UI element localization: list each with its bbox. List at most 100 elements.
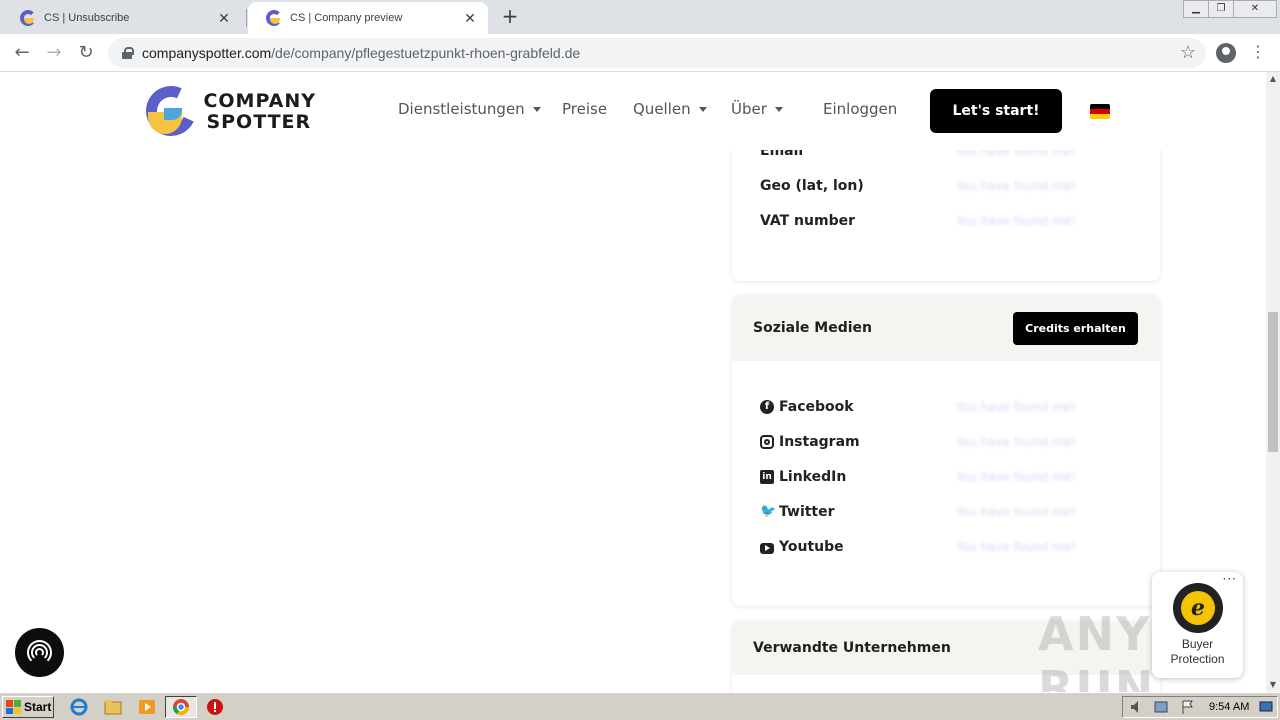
scrollbar-thumb[interactable] <box>1268 312 1278 452</box>
row-label-wrap: Youtube <box>760 539 956 555</box>
row-label-wrap: f Facebook <box>760 399 956 415</box>
row-label: LinkedIn <box>779 469 847 485</box>
start-button[interactable]: Start <box>2 696 54 718</box>
file-explorer-icon[interactable] <box>104 698 122 716</box>
nav-sources[interactable]: Quellen <box>633 100 707 118</box>
social-row-linkedin: in LinkedIn You have found me! <box>760 467 1140 487</box>
label-line-1: Buyer <box>1181 637 1214 651</box>
minimize-window-button[interactable]: ▁ <box>1183 0 1209 18</box>
bookmark-star-icon[interactable]: ☆ <box>1180 42 1196 63</box>
url-host: companyspotter.com <box>142 45 272 61</box>
tab-unsubscribe[interactable]: CS | Unsubscribe ✕ <box>2 2 242 34</box>
blurred-value: You have found me! <box>956 540 1076 554</box>
logo-line-1: COMPANY <box>203 90 316 112</box>
tab-separator <box>246 9 247 27</box>
chevron-down-icon <box>532 106 541 112</box>
url-path: /de/company/pflegestuetzpunkt-rhoen-grab… <box>271 45 581 61</box>
row-label-wrap: 🐦 Twitter <box>760 504 956 520</box>
close-window-button[interactable]: ✕ <box>1233 0 1277 18</box>
page-scrollbar[interactable]: ▲ ▼ <box>1266 72 1280 692</box>
social-row-facebook: f Facebook You have found me! <box>760 397 1140 417</box>
companyspotter-favicon-icon <box>266 10 282 26</box>
blurred-value: You have found me! <box>956 435 1076 449</box>
trusted-shops-badge[interactable]: ··· e Buyer Protection <box>1152 572 1243 678</box>
buyer-protection-label: Buyer Protection <box>1152 637 1243 667</box>
blurred-value: You have found me! <box>956 400 1076 414</box>
windows-logo-icon <box>6 700 21 714</box>
blurred-value: You have found me! <box>956 505 1076 519</box>
forward-arrow-icon[interactable]: → <box>42 41 66 65</box>
show-desktop-icon[interactable] <box>1259 700 1273 714</box>
scroll-up-arrow-icon[interactable]: ▲ <box>1266 72 1280 86</box>
reload-icon[interactable]: ↻ <box>74 41 98 65</box>
nav-label: Preise <box>562 100 608 118</box>
row-label: Instagram <box>779 434 860 450</box>
facebook-icon: f <box>760 400 774 414</box>
row-label: Twitter <box>779 504 835 520</box>
nav-label: Dienstleistungen <box>398 100 525 118</box>
site-header: COMPANY SPOTTER Dienstleistungen Preise … <box>0 72 1266 150</box>
media-player-icon[interactable] <box>138 698 156 716</box>
blurred-value: You have found me! <box>956 214 1076 228</box>
social-row-twitter: 🐦 Twitter You have found me! <box>760 502 1140 522</box>
nav-prices[interactable]: Preise <box>562 100 607 118</box>
logo-mark-icon <box>138 78 204 144</box>
back-arrow-icon[interactable]: ← <box>10 41 34 65</box>
account-icon[interactable] <box>1216 43 1236 63</box>
nav-about[interactable]: Über <box>731 100 783 118</box>
company-spotter-logo[interactable]: COMPANY SPOTTER <box>138 78 316 144</box>
windows-taskbar: Start 9:54 AM <box>0 692 1280 720</box>
tab-company-preview[interactable]: CS | Company preview ✕ <box>248 2 488 34</box>
companyspotter-favicon-icon <box>20 10 36 26</box>
card-header: Soziale Medien Credits erhalten <box>732 295 1160 361</box>
page-viewport: Email You have found me! Geo (lat, lon) … <box>0 72 1266 692</box>
row-label: VAT number <box>760 213 855 229</box>
row-label-wrap: in LinkedIn <box>760 469 956 485</box>
card-title: Verwandte Unternehmen <box>753 640 951 656</box>
social-media-card: Soziale Medien Credits erhalten f Faceboo… <box>732 295 1160 606</box>
scroll-down-arrow-icon[interactable]: ▼ <box>1266 678 1280 692</box>
row-label-wrap: Instagram <box>760 434 956 450</box>
more-options-icon[interactable]: ··· <box>1223 572 1237 586</box>
social-row-instagram: Instagram You have found me! <box>760 432 1140 452</box>
system-tray: 9:54 AM <box>1122 696 1278 718</box>
restore-window-button[interactable]: ❐ <box>1208 0 1234 18</box>
instagram-icon <box>760 435 774 449</box>
address-bar[interactable]: companyspotter.com/de/company/pflegestue… <box>108 38 1206 68</box>
nav-label: Quellen <box>633 100 691 118</box>
youtube-icon <box>760 542 774 554</box>
linkedin-icon: in <box>760 470 774 484</box>
contact-row-geo: Geo (lat, lon) You have found me! <box>760 176 1140 196</box>
card-title: Soziale Medien <box>753 320 872 336</box>
tab-close-icon[interactable]: ✕ <box>216 10 232 27</box>
browser-tab-strip: CS | Unsubscribe ✕ CS | Company preview … <box>0 0 1280 34</box>
start-label: Start <box>24 700 52 714</box>
contact-row-vat: VAT number You have found me! <box>760 211 1140 231</box>
blurred-value: You have found me! <box>956 470 1076 484</box>
browser-menu-icon[interactable]: ⋮ <box>1250 42 1266 61</box>
chrome-icon <box>172 699 190 716</box>
tab-title: CS | Company preview <box>290 12 403 24</box>
get-credits-button[interactable]: Credits erhalten <box>1013 311 1138 345</box>
taskbar-clock: 9:54 AM <box>1209 701 1250 713</box>
nav-login[interactable]: Einloggen <box>823 100 897 118</box>
tab-title: CS | Unsubscribe <box>44 12 130 24</box>
stop-sign-icon[interactable] <box>206 698 224 716</box>
tray-icons[interactable] <box>1127 698 1197 716</box>
tab-close-icon[interactable]: ✕ <box>462 10 478 27</box>
row-label: Facebook <box>779 399 854 415</box>
logo-line-2: SPOTTER <box>206 111 312 133</box>
label-line-2: Protection <box>1170 652 1225 666</box>
chrome-taskbar-button[interactable] <box>165 696 197 718</box>
nav-label: Über <box>731 100 767 118</box>
lets-start-button[interactable]: Let's start! <box>930 89 1062 133</box>
social-row-youtube: Youtube You have found me! <box>760 537 1140 557</box>
nav-label: Einloggen <box>823 100 898 118</box>
seal-letter: e <box>1181 591 1215 625</box>
new-tab-button[interactable]: + <box>498 5 522 29</box>
german-flag-icon[interactable] <box>1090 104 1110 119</box>
nav-services[interactable]: Dienstleistungen <box>398 100 541 118</box>
fingerprint-icon[interactable] <box>15 628 64 677</box>
internet-explorer-icon[interactable] <box>70 698 88 716</box>
browser-toolbar: ← → ↻ companyspotter.com/de/company/pfle… <box>0 34 1280 72</box>
